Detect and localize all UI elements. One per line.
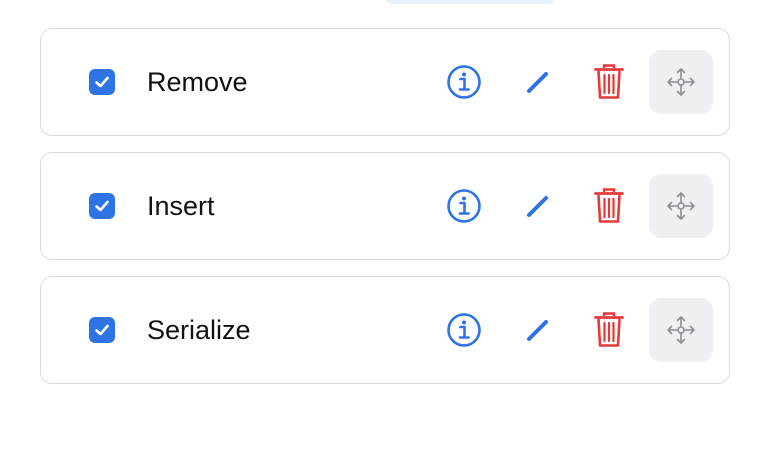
item-checkbox[interactable] bbox=[89, 193, 115, 219]
edit-button[interactable] bbox=[515, 59, 561, 105]
list-item: Insert bbox=[40, 152, 730, 260]
info-icon bbox=[447, 313, 481, 347]
checkmark-icon bbox=[95, 76, 109, 88]
item-label: Serialize bbox=[147, 315, 251, 345]
pencil-icon bbox=[527, 72, 548, 93]
item-label: Remove bbox=[147, 67, 248, 97]
checkmark-icon bbox=[95, 324, 109, 336]
list-item: Serialize bbox=[40, 276, 730, 384]
list-item: Remove bbox=[40, 28, 730, 136]
delete-button[interactable] bbox=[586, 307, 632, 353]
info-icon bbox=[447, 65, 481, 99]
info-button[interactable] bbox=[441, 183, 487, 229]
move-arrows-icon bbox=[667, 68, 695, 96]
drag-handle[interactable] bbox=[649, 50, 713, 114]
move-arrows-icon bbox=[667, 192, 695, 220]
pencil-icon bbox=[527, 320, 548, 341]
trash-icon bbox=[594, 188, 624, 223]
info-button[interactable] bbox=[441, 59, 487, 105]
item-checkbox[interactable] bbox=[89, 317, 115, 343]
trash-icon bbox=[594, 312, 624, 347]
edit-button[interactable] bbox=[515, 307, 561, 353]
trash-icon bbox=[594, 64, 624, 99]
edit-button[interactable] bbox=[515, 183, 561, 229]
drag-handle[interactable] bbox=[649, 174, 713, 238]
top-selected-chip bbox=[384, 0, 556, 4]
info-button[interactable] bbox=[441, 307, 487, 353]
move-arrows-icon bbox=[667, 316, 695, 344]
item-checkbox[interactable] bbox=[89, 69, 115, 95]
item-label: Insert bbox=[147, 191, 215, 221]
pencil-icon bbox=[527, 196, 548, 217]
info-icon bbox=[447, 189, 481, 223]
checkmark-icon bbox=[95, 200, 109, 212]
item-list: Remove Insert Serialize bbox=[40, 28, 730, 400]
delete-button[interactable] bbox=[586, 59, 632, 105]
drag-handle[interactable] bbox=[649, 298, 713, 362]
delete-button[interactable] bbox=[586, 183, 632, 229]
